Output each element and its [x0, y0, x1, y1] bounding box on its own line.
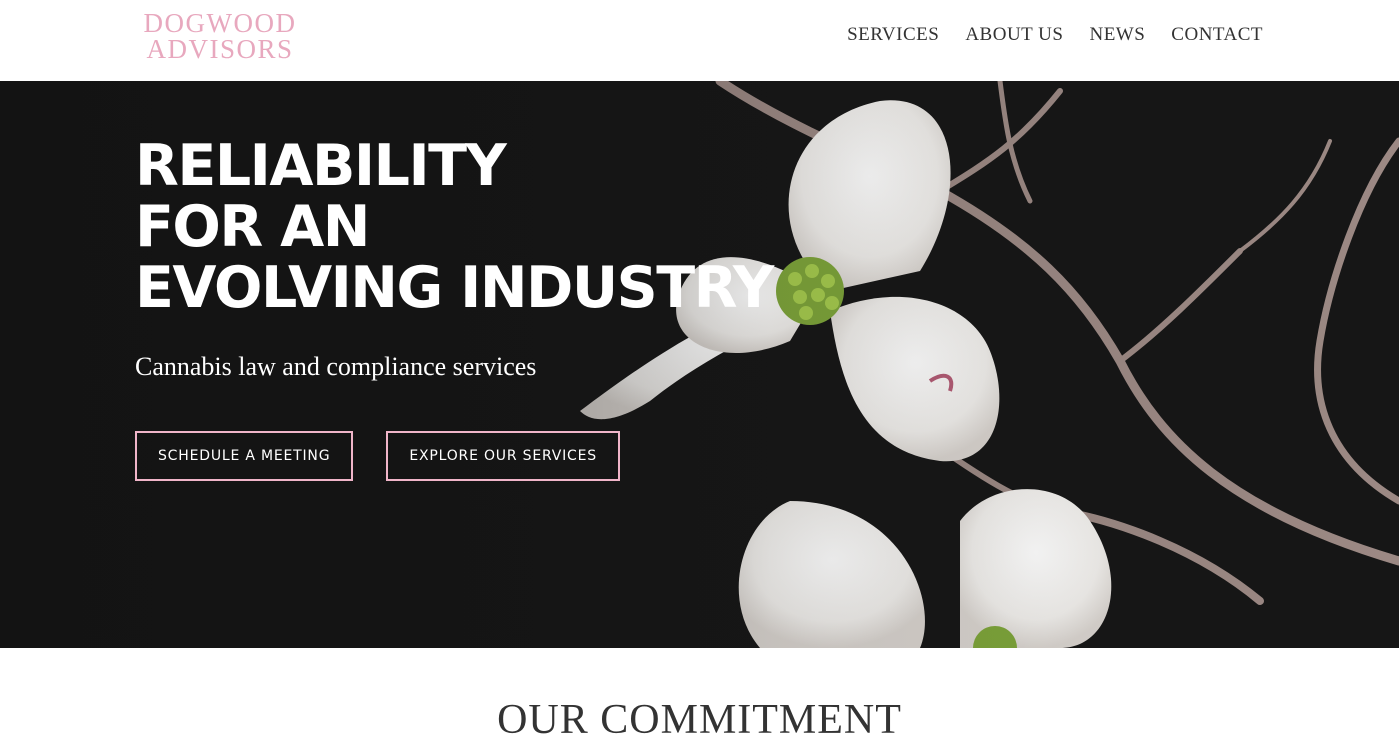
logo-line-1: DOGWOOD: [143, 8, 297, 38]
nav-about-us[interactable]: ABOUT US: [965, 24, 1063, 46]
logo-line-2: ADVISORS: [146, 34, 294, 64]
main-nav: SERVICES ABOUT US NEWS CONTACT: [847, 24, 1263, 46]
hero-subtitle: Cannabis law and compliance services: [135, 352, 537, 381]
hero-headline: RELIABILITY FOR AN EVOLVING INDUSTRY: [135, 133, 774, 321]
commitment-section: OUR COMMITMENT: [0, 696, 1399, 744]
site-header: DOGWOOD ADVISORS SERVICES ABOUT US NEWS …: [0, 0, 1399, 81]
hero-headline-line-3: EVOLVING INDUSTRY: [135, 255, 774, 321]
commitment-heading: OUR COMMITMENT: [497, 697, 902, 743]
logo[interactable]: DOGWOOD ADVISORS: [135, 8, 305, 64]
schedule-meeting-button[interactable]: SCHEDULE A MEETING: [135, 431, 354, 481]
nav-news[interactable]: NEWS: [1089, 24, 1145, 46]
nav-services[interactable]: SERVICES: [847, 24, 939, 46]
nav-contact[interactable]: CONTACT: [1171, 24, 1263, 46]
hero-section: RELIABILITY FOR AN EVOLVING INDUSTRY Can…: [0, 81, 1399, 648]
explore-services-button[interactable]: EXPLORE OUR SERVICES: [386, 431, 620, 481]
hero-headline-line-1: RELIABILITY: [135, 133, 507, 199]
hero-headline-line-2: FOR AN: [135, 194, 370, 260]
hero-content: RELIABILITY FOR AN EVOLVING INDUSTRY Can…: [135, 133, 774, 481]
hero-buttons: SCHEDULE A MEETING EXPLORE OUR SERVICES: [135, 431, 773, 481]
